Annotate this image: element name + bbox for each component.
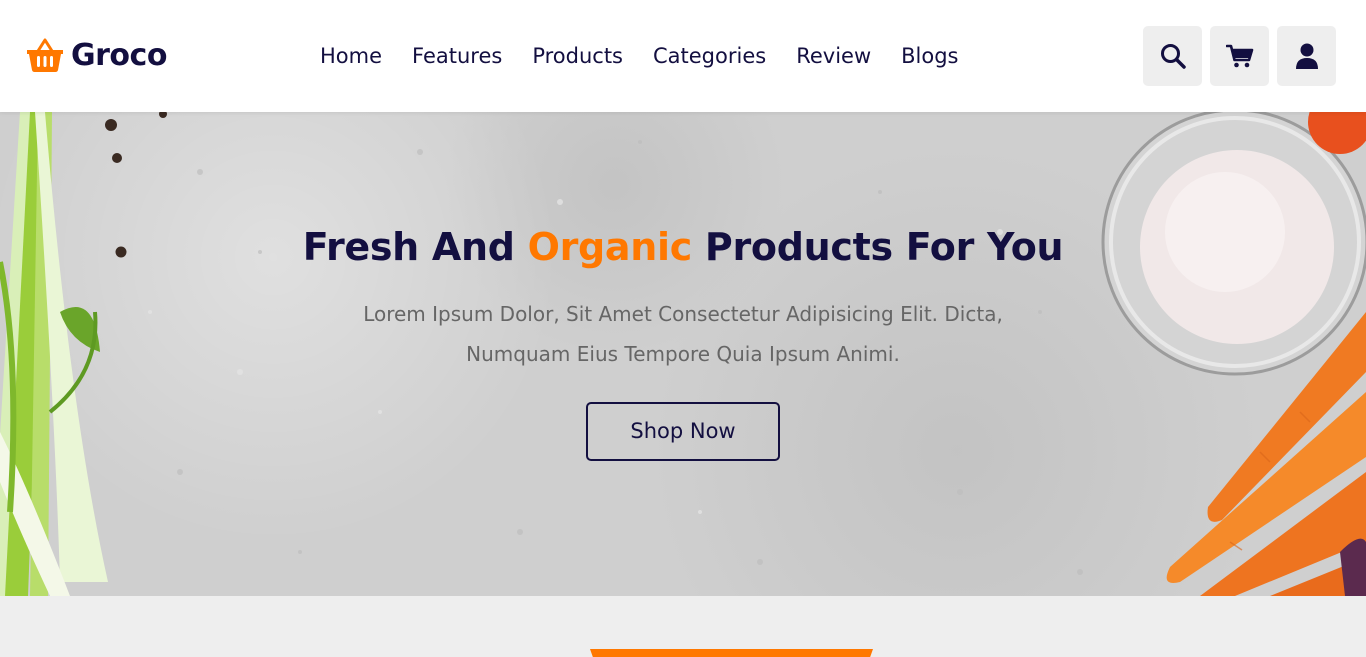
search-button[interactable] <box>1143 26 1202 86</box>
cart-button[interactable] <box>1210 26 1269 86</box>
user-button[interactable] <box>1277 26 1336 86</box>
main-navigation: Home Features Products Categories Review… <box>320 41 959 71</box>
hero-title-part1: Fresh And <box>302 225 528 269</box>
hero-title-part2: Products For You <box>691 225 1064 269</box>
hero-title: Fresh And Organic Products For You <box>283 222 1083 272</box>
cart-icon <box>1225 44 1253 68</box>
nav-features[interactable]: Features <box>412 41 502 71</box>
hero-banner: Fresh And Organic Products For You Lorem… <box>0 112 1366 596</box>
hero-description: Lorem Ipsum Dolor, Sit Amet Consectetur … <box>363 302 1003 366</box>
nav-categories[interactable]: Categories <box>653 41 766 71</box>
user-icon <box>1295 43 1318 69</box>
hero-content: Fresh And Organic Products For You Lorem… <box>283 222 1083 461</box>
nav-review[interactable]: Review <box>796 41 871 71</box>
nav-blogs[interactable]: Blogs <box>901 41 958 71</box>
logo-link[interactable]: Groco <box>26 36 167 74</box>
nav-home[interactable]: Home <box>320 41 382 71</box>
shop-now-button[interactable]: Shop Now <box>586 402 780 461</box>
site-header: Groco Home Features Products Categories … <box>0 0 1366 112</box>
brand-name: Groco <box>71 37 167 73</box>
hero-title-accent: Organic <box>527 225 693 269</box>
search-icon <box>1160 44 1186 69</box>
section-heading-underline <box>590 649 873 657</box>
header-icon-group <box>1143 26 1336 86</box>
nav-products[interactable]: Products <box>532 41 623 71</box>
shopping-basket-icon <box>27 38 63 72</box>
